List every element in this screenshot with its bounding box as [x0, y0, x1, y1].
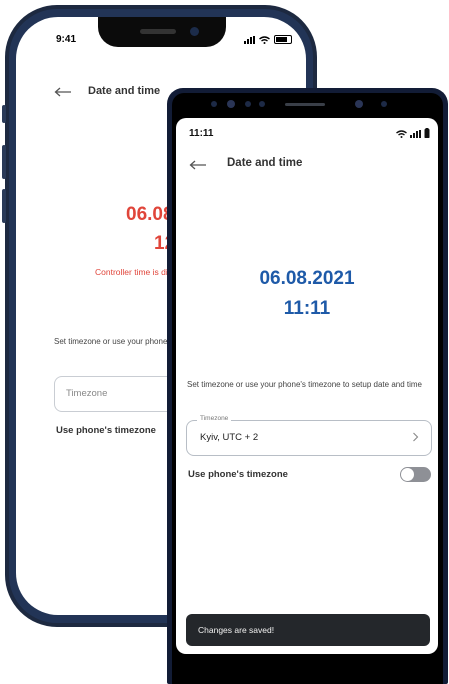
timezone-field-label: Timezone [197, 415, 232, 422]
toggle-knob [401, 468, 414, 481]
timezone-help-text: Set timezone or use your phone's timezon… [187, 380, 422, 389]
wifi-icon [396, 130, 407, 138]
sensor-dot [381, 101, 387, 107]
chevron-right-icon [413, 432, 419, 442]
front-camera [190, 27, 199, 36]
phone-top-sensors [167, 88, 448, 118]
back-arrow-icon[interactable] [54, 87, 72, 97]
battery-icon [274, 35, 292, 44]
timezone-value: Kyiv, UTC + 2 [200, 432, 259, 443]
use-phone-timezone-toggle[interactable] [400, 467, 431, 482]
sensor-dot [211, 101, 217, 107]
timezone-placeholder: Timezone [66, 388, 108, 399]
sensor-dot [245, 101, 251, 107]
status-time: 9:41 [56, 34, 77, 45]
status-time: 11:11 [189, 128, 214, 139]
signal-icon [410, 130, 421, 138]
wifi-icon [259, 36, 270, 44]
snackbar: Changes are saved! [186, 614, 430, 646]
sensor-dot [355, 100, 363, 108]
status-icons [396, 128, 430, 138]
front-phone-screen: 11:11 Date and time 06.08.2021 11:11 Set… [176, 118, 438, 654]
notch [98, 17, 226, 47]
use-phone-timezone-label: Use phone's timezone [56, 425, 156, 436]
page-title: Date and time [88, 85, 161, 97]
use-phone-timezone-label: Use phone's timezone [188, 469, 288, 480]
earpiece [285, 103, 325, 106]
volume-down-button [2, 189, 6, 223]
controller-time: 11:11 [283, 298, 331, 319]
time-mismatch-warning: Controller time is diffe [95, 267, 178, 277]
status-icons [244, 35, 292, 44]
signal-icon [244, 36, 255, 44]
sensor-dot [259, 101, 265, 107]
mute-switch [2, 105, 6, 123]
volume-up-button [2, 145, 6, 179]
controller-date: 06.08.2021 [259, 268, 355, 289]
earpiece [140, 29, 176, 34]
page-title: Date and time [227, 157, 303, 169]
front-phone-frame: 11:11 Date and time 06.08.2021 11:11 Set… [167, 88, 448, 684]
battery-icon [424, 128, 430, 138]
snackbar-message: Changes are saved! [198, 625, 275, 635]
front-camera [227, 100, 235, 108]
back-arrow-icon[interactable] [189, 160, 207, 170]
timezone-select[interactable]: Timezone Kyiv, UTC + 2 [186, 415, 432, 456]
